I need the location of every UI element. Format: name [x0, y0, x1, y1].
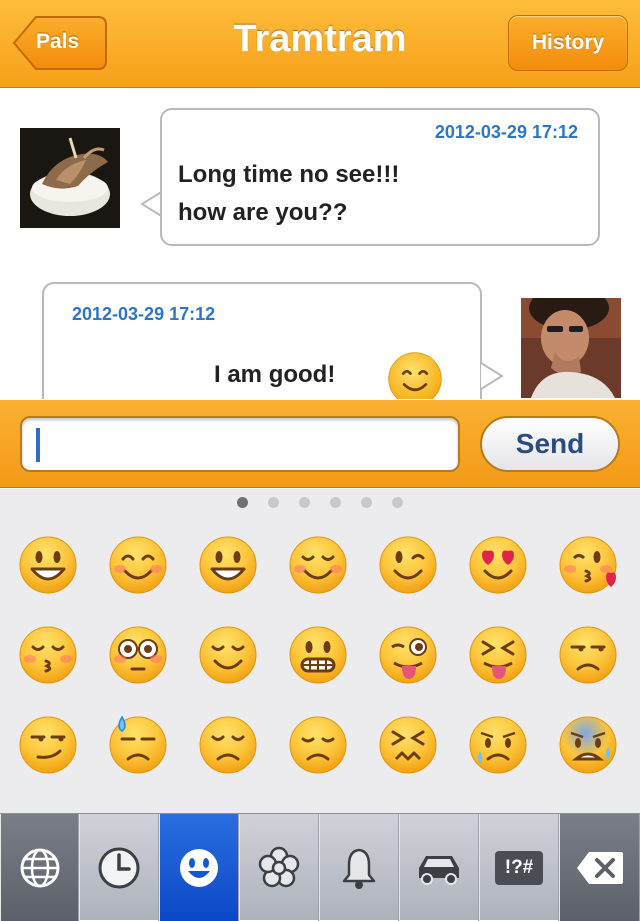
wink-emoji-icon[interactable] — [376, 533, 440, 597]
send-button[interactable]: Send — [480, 416, 620, 472]
chat-area[interactable]: 2012-03-29 17:12 Long time no see!!! how… — [0, 89, 640, 399]
clock-icon — [98, 847, 140, 888]
recent-tab[interactable] — [79, 814, 159, 921]
page-dot[interactable] — [330, 497, 341, 508]
heart-eyes-emoji-icon[interactable] — [466, 533, 530, 597]
smiley-icon — [180, 848, 218, 887]
smirk-emoji-icon[interactable] — [16, 713, 80, 777]
page-dot[interactable] — [237, 497, 248, 508]
kissing-closed-eyes-emoji-icon[interactable] — [16, 623, 80, 687]
page-dot[interactable] — [268, 497, 279, 508]
grimacing-emoji-icon[interactable] — [286, 623, 350, 687]
grinning-emoji-icon[interactable] — [16, 533, 80, 597]
composer-bar: Send — [0, 400, 640, 488]
objects-tab[interactable] — [319, 814, 399, 921]
message-input[interactable] — [20, 416, 460, 472]
navigation-bar: Pals Tramtram History — [0, 0, 640, 88]
sweat-emoji-icon[interactable] — [106, 713, 170, 777]
globe-icon — [20, 848, 59, 887]
smiley-emoji-icon[interactable] — [196, 533, 260, 597]
bell-icon — [342, 848, 376, 889]
places-tab[interactable] — [399, 814, 479, 921]
blush-emoji-icon[interactable] — [106, 533, 170, 597]
message-bubble-outgoing[interactable]: 2012-03-29 17:12 I am good! — [42, 282, 482, 399]
globe-button[interactable] — [0, 814, 79, 921]
food-photo-avatar[interactable] — [20, 128, 120, 228]
message-text: I am good! — [214, 361, 336, 388]
message-text: Long time no see!!! how are you?? — [178, 156, 399, 232]
page-indicator[interactable] — [0, 495, 640, 509]
cold-sweat-emoji-icon[interactable] — [556, 713, 620, 777]
keyboard-toolbar: !?# — [0, 813, 640, 921]
car-icon — [419, 855, 459, 885]
delete-icon — [576, 851, 623, 884]
flower-icon — [258, 846, 300, 887]
disappointed-emoji-icon[interactable] — [286, 713, 350, 777]
message-bubble-incoming[interactable]: 2012-03-29 17:12 Long time no see!!! how… — [160, 108, 600, 246]
symbols-tab[interactable]: !?# — [479, 814, 559, 921]
delete-button[interactable] — [559, 814, 640, 921]
flushed-emoji-icon[interactable] — [106, 623, 170, 687]
message-timestamp: 2012-03-29 17:12 — [72, 304, 216, 324]
smiley-tab[interactable] — [159, 814, 239, 921]
message-line: how are you?? — [178, 199, 348, 226]
relaxed-emoji-icon[interactable] — [286, 533, 350, 597]
unamused-emoji-icon[interactable] — [556, 623, 620, 687]
page-dot[interactable] — [299, 497, 310, 508]
message-timestamp: 2012-03-29 17:12 — [434, 122, 578, 142]
message-line: Long time no see!!! — [178, 161, 400, 188]
relieved-emoji-icon[interactable] — [196, 623, 260, 687]
person-photo-avatar[interactable] — [521, 298, 621, 398]
nature-tab[interactable] — [239, 814, 319, 921]
stuck-out-tongue-closed-eyes-emoji-icon[interactable] — [466, 623, 530, 687]
page-dot[interactable] — [361, 497, 372, 508]
confounded-emoji-icon[interactable] — [376, 713, 440, 777]
kissing-heart-emoji-icon[interactable] — [556, 533, 620, 597]
text-caret — [36, 428, 40, 462]
disappointed-relieved-emoji-icon[interactable] — [466, 713, 530, 777]
symbols-key: !?# — [495, 850, 543, 885]
stuck-out-tongue-winking-eye-emoji-icon[interactable] — [376, 623, 440, 687]
page-dot[interactable] — [392, 497, 403, 508]
history-button[interactable]: History — [508, 15, 628, 71]
bubble-tail-right — [480, 362, 504, 390]
smiling-face-icon — [388, 352, 442, 399]
pensive-emoji-icon[interactable] — [196, 713, 260, 777]
